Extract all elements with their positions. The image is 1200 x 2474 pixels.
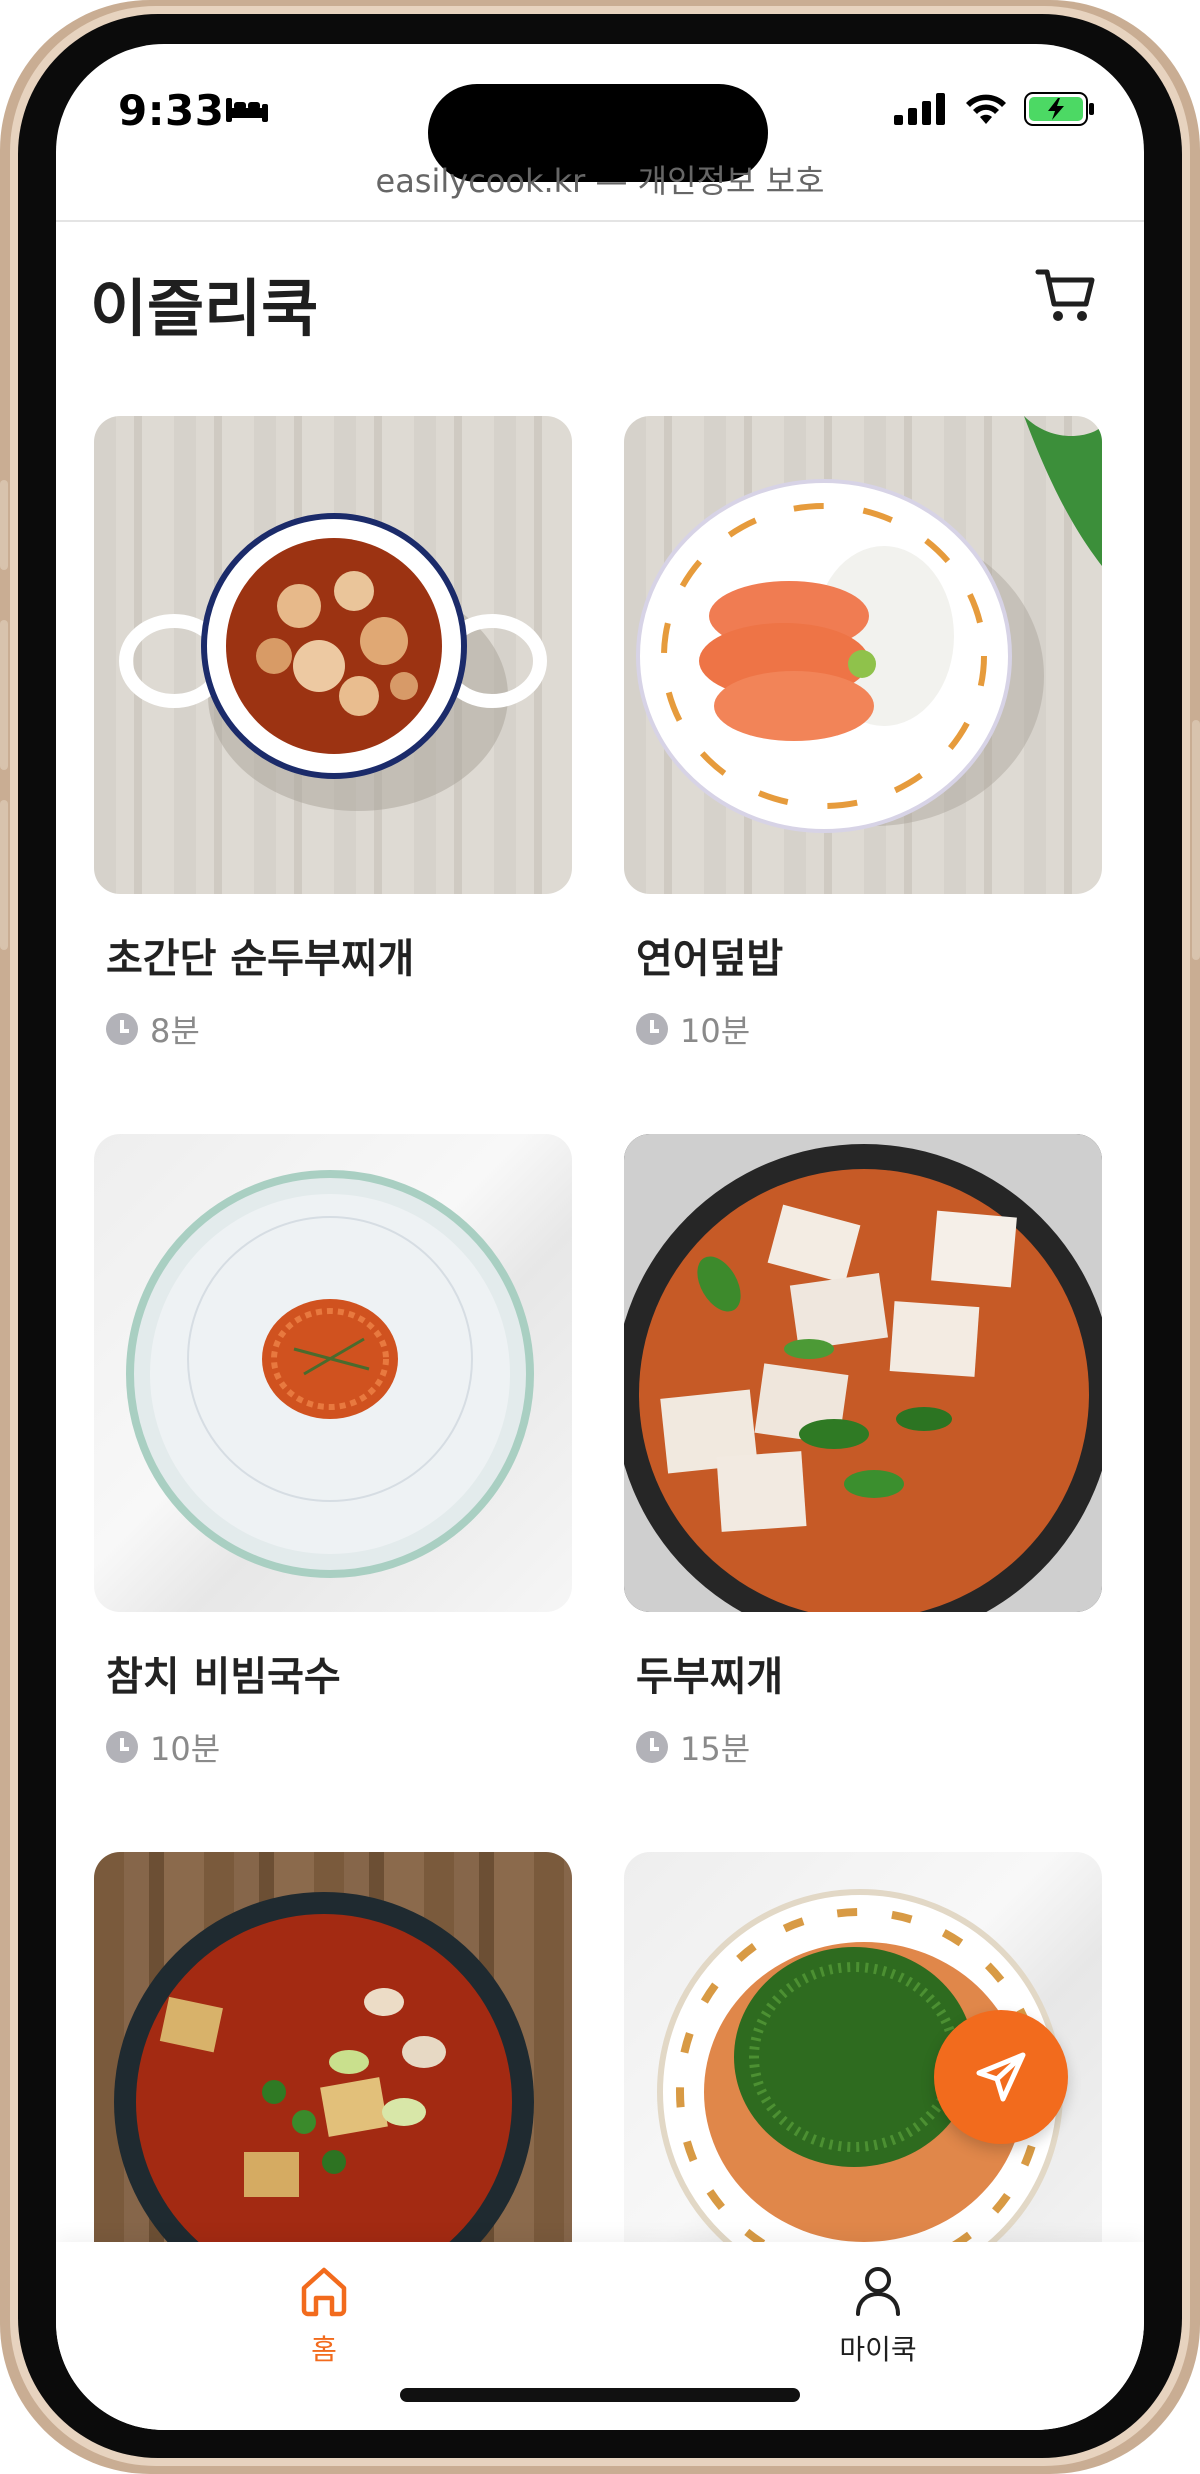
tab-mycook[interactable]: 마이쿡	[778, 2262, 978, 2368]
clock-icon	[106, 1013, 138, 1045]
recipe-card[interactable]: 참치 비빔국수 10분	[94, 1134, 572, 1768]
tab-home[interactable]: 홈	[224, 2262, 424, 2368]
recipe-image-tofu-stew-pot[interactable]	[624, 1134, 1102, 1612]
clock-icon	[636, 1731, 668, 1763]
recipe-name: 참치 비빔국수	[106, 1654, 341, 1700]
recipe-time: 10분	[106, 1724, 220, 1770]
send-icon	[976, 2052, 1026, 2102]
cart-icon[interactable]	[1034, 264, 1098, 328]
salmon-rice-bowl-illustration	[636, 416, 1102, 833]
signal-icon	[894, 93, 945, 125]
recipe-card[interactable]: 연어덮밥 10분	[624, 416, 1102, 1050]
recipe-image-tofu-stew-bowl[interactable]	[94, 416, 572, 894]
recipe-name: 초간단 순두부찌개	[106, 936, 415, 982]
recipe-image-tuna-noodles-plate[interactable]	[94, 1134, 572, 1612]
clock-icon	[636, 1013, 668, 1045]
person-icon	[856, 2267, 900, 2316]
app-title: 이즐리쿡	[90, 272, 319, 345]
status-time: 9:33	[118, 86, 225, 135]
recipe-time: 10분	[636, 1006, 750, 1052]
recipe-time-label: 8분	[150, 1012, 200, 1050]
tab-label: 마이쿡	[839, 2333, 917, 2366]
tab-label: 홈	[311, 2333, 337, 2366]
volume-up-button	[0, 620, 8, 770]
recipe-time-label: 10분	[680, 1012, 751, 1050]
wifi-icon	[966, 94, 1006, 124]
tuna-noodles-plate-illustration	[126, 1170, 534, 1578]
power-button	[1192, 720, 1200, 960]
recipe-name: 두부찌개	[636, 1654, 784, 1700]
recipe-image-salmon-rice-bowl[interactable]	[624, 416, 1102, 894]
recipe-time: 15분	[636, 1724, 750, 1770]
tofu-stew-bowl-illustration	[119, 513, 547, 811]
recipe-time-label: 15분	[680, 1730, 751, 1768]
volume-down-button	[0, 800, 8, 950]
battery-icon	[1024, 92, 1094, 126]
clock-icon	[106, 1731, 138, 1763]
send-fab-button[interactable]	[934, 2010, 1068, 2144]
mute-switch	[0, 480, 8, 570]
browser-url[interactable]: easilycook.kr — 개인정보 보호	[56, 156, 1144, 202]
bed-icon	[226, 98, 268, 122]
recipe-time-label: 10분	[150, 1730, 221, 1768]
recipe-card[interactable]: 초간단 순두부찌개 8분	[94, 416, 572, 1050]
recipe-time: 8분	[106, 1006, 200, 1052]
home-icon	[301, 2267, 347, 2317]
recipe-card[interactable]: 두부찌개 15분	[624, 1134, 1102, 1768]
status-icons	[894, 92, 1096, 126]
tofu-stew-pot-illustration	[624, 1134, 1102, 1612]
home-indicator	[400, 2388, 800, 2402]
divider	[56, 220, 1144, 222]
screen: 9:33 easilycook.kr — 개인정보 보호 이즐리쿡 초간단 순두…	[56, 44, 1144, 2430]
recipe-name: 연어덮밥	[636, 936, 784, 982]
